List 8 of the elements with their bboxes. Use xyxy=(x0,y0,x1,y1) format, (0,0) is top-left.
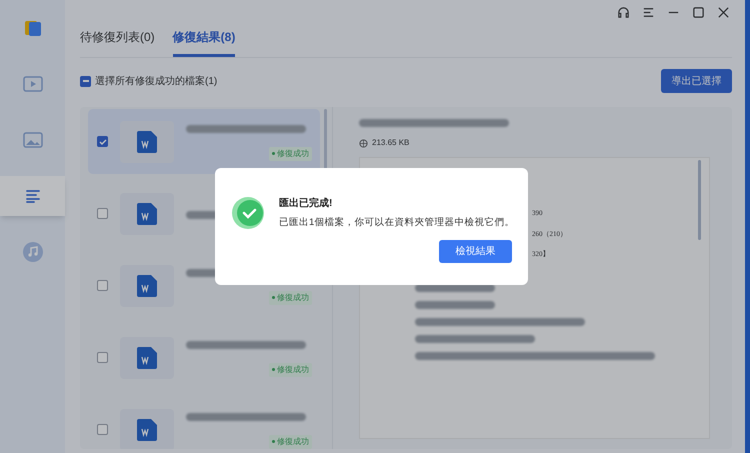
status-badge: 修復成功 xyxy=(269,362,312,376)
select-all-label: 選擇所有修復成功的檔案(1) xyxy=(95,74,218,88)
dialog-message: 已匯出1個檔案，你可以在資料夾管理器中檢視它們。 xyxy=(279,216,514,230)
status-badge: 修復成功 xyxy=(269,434,312,448)
status-badge: 修復成功 xyxy=(269,290,312,304)
dialog-title: 匯出已完成! xyxy=(279,196,334,211)
file-size: 213.65 KB xyxy=(372,137,410,149)
status-badge: 修復成功 xyxy=(269,146,312,160)
